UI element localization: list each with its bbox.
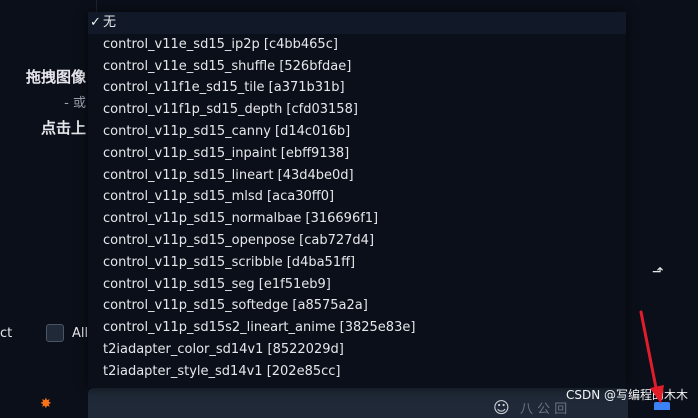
watermark-text: CSDN @写编程的木木 <box>566 388 689 402</box>
image-upload-area[interactable]: 拖拽图像 - 或 点击上 <box>0 0 97 230</box>
dropdown-option[interactable]: control_v11p_sd15s2_lineart_anime [3825e… <box>88 317 626 339</box>
dropdown-option[interactable]: control_v11e_sd15_ip2p [c4bb465c] <box>88 34 626 56</box>
all-checkbox-label: All <box>72 326 89 341</box>
right-panel <box>620 0 698 240</box>
model-dropdown-list[interactable]: ✓ 无 control_v11e_sd15_ip2p [c4bb465c] con… <box>88 12 626 388</box>
all-checkbox[interactable] <box>46 324 64 342</box>
dropdown-option-label: 无 <box>103 15 117 30</box>
dropdown-option[interactable]: ✓ 无 <box>88 12 626 34</box>
dropdown-option[interactable]: control_v11p_sd15_canny [d14c016b] <box>88 121 626 143</box>
dropdown-option[interactable]: control_v11p_sd15_normalbae [316696f1] <box>88 208 626 230</box>
dropdown-option[interactable]: control_v11p_sd15_mlsd [aca30ff0] <box>88 186 626 208</box>
dropdown-option[interactable]: control_v11p_sd15_softedge [a8575a2a] <box>88 295 626 317</box>
tray-icon[interactable] <box>654 402 670 410</box>
smile-icon[interactable]: ☺ <box>493 398 510 417</box>
dropdown-option[interactable]: control_v11e_sd15_shuffle [526bfdae] <box>88 56 626 78</box>
dropdown-option[interactable]: control_v11p_sd15_inpaint [ebff9138] <box>88 143 626 165</box>
dropdown-option[interactable]: control_v11p_sd15_lineart [43d4be0d] <box>88 165 626 187</box>
dropdown-option[interactable]: control_v11f1e_sd15_tile [a371b31b] <box>88 77 626 99</box>
share-icon[interactable]: ⬏ <box>652 264 664 280</box>
faded-toolbar-text: 八 公 回 <box>520 402 568 417</box>
dropdown-option[interactable]: control_v11f1p_sd15_depth [cfd03158] <box>88 99 626 121</box>
upload-or-text: - 或 <box>64 96 86 111</box>
dropdown-option[interactable]: t2iadapter_color_sd14v1 [8522029d] <box>88 339 626 361</box>
checkbox-label-partial: ct <box>0 326 13 341</box>
upload-drag-text: 拖拽图像 <box>25 68 86 86</box>
upload-click-text: 点击上 <box>40 119 86 137</box>
dropdown-option[interactable]: control_v11p_sd15_openpose [cab727d4] <box>88 230 626 252</box>
check-icon: ✓ <box>90 15 101 30</box>
dropdown-option[interactable]: control_v11p_sd15_scribble [d4ba51ff] <box>88 252 626 274</box>
dropdown-option[interactable]: t2iadapter_style_sd14v1 [202e85cc] <box>88 361 626 383</box>
dropdown-option[interactable]: control_v11p_sd15_seg [e1f51eb9] <box>88 274 626 296</box>
